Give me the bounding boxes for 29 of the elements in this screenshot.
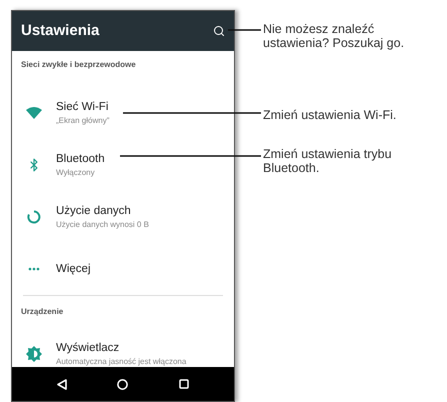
- item-title: Użycie danych: [56, 204, 132, 218]
- settings-item[interactable]: Więcej: [12, 243, 234, 295]
- section-header: Urządzenie: [21, 306, 64, 318]
- more-dots-icon: [28, 267, 40, 271]
- settings-item[interactable]: Sieć Wi-Fi „Ekran główny”: [12, 87, 234, 139]
- home-icon[interactable]: [117, 378, 128, 390]
- item-title: Wyświetlacz: [56, 340, 120, 356]
- callout-text: Zmień ustawienia trybu Bluetooth.: [263, 147, 393, 175]
- recents-icon[interactable]: [178, 379, 189, 389]
- callout-text: Zmień ustawienia Wi-Fi.: [263, 108, 398, 122]
- brightness-icon: [26, 346, 42, 362]
- callout-text: Nie możesz znaleźć ustawienia? Poszukaj go.: [263, 22, 406, 50]
- wifi-icon: [26, 107, 42, 119]
- item-subtitle: Użycie danych wynosi 0 B: [56, 218, 149, 230]
- item-subtitle: Wyłączony: [56, 166, 96, 178]
- section-header: Sieci zwykłe i bezprzewodowe: [21, 59, 136, 71]
- item-title: Więcej: [56, 262, 91, 276]
- item-title: Bluetooth: [56, 152, 105, 166]
- app-bar-title: Ustawienia: [21, 20, 100, 41]
- settings-item[interactable]: Bluetooth Wyłączony: [12, 139, 234, 191]
- item-subtitle: Automatyczna jasność jest włączona: [56, 356, 186, 367]
- item-subtitle: „Ekran główny”: [56, 114, 110, 126]
- settings-item[interactable]: Wyświetlacz Automatyczna jasność jest włączona: [12, 328, 234, 367]
- search-icon[interactable]: [213, 25, 225, 37]
- back-icon[interactable]: [57, 378, 68, 390]
- leader-line: [228, 29, 261, 31]
- item-title: Sieć Wi-Fi: [56, 100, 110, 114]
- data-usage-icon: [27, 210, 41, 224]
- settings-item[interactable]: Użycie danych Użycie danych wynosi 0 B: [12, 191, 234, 243]
